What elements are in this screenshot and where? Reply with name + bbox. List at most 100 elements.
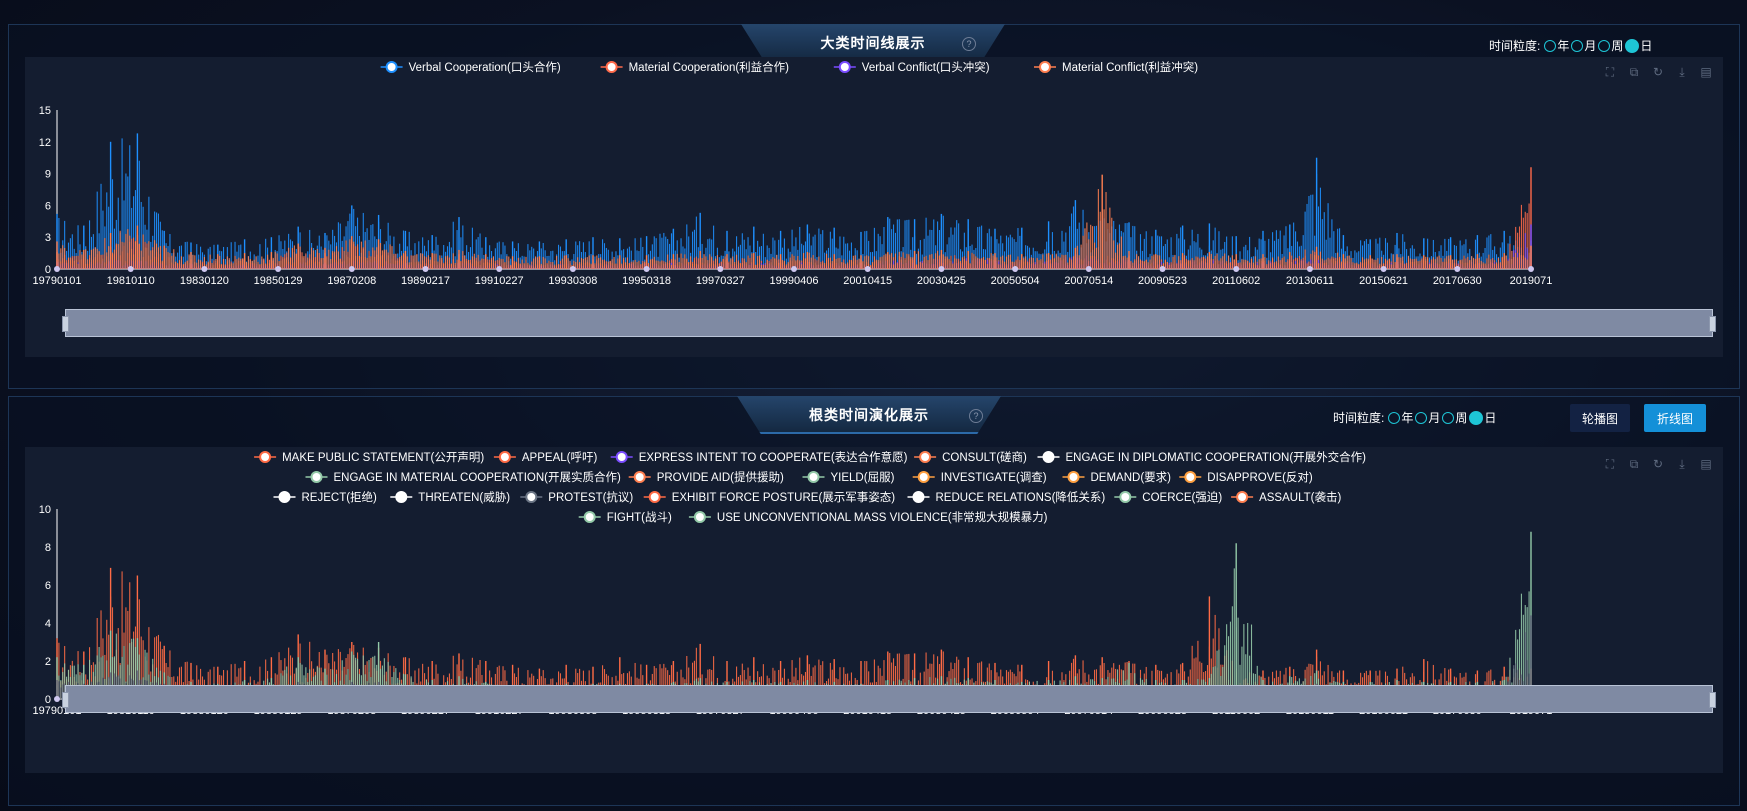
legend-item: ASSAULT(袭击) — [1259, 490, 1341, 504]
legend-item: REDUCE RELATIONS(降低关系) — [936, 490, 1106, 504]
legend-marker — [395, 491, 408, 503]
x-tick-marker — [864, 266, 871, 272]
legend-item: YIELD(屈服) — [831, 471, 895, 484]
granularity-radio-week[interactable] — [1442, 411, 1455, 424]
legend-marker — [615, 451, 628, 463]
granularity-label: 时间粒度: — [1333, 411, 1385, 425]
x-tick-label: 20030425 — [917, 275, 966, 287]
y-tick-label: 10 — [39, 504, 51, 516]
granularity-radio-week[interactable] — [1598, 39, 1611, 52]
x-tick-marker — [569, 266, 576, 272]
y-tick-label: 9 — [45, 169, 51, 181]
x-tick-marker — [127, 266, 134, 272]
help-icon[interactable]: ? — [962, 37, 976, 51]
legend-item: PROVIDE AID(提供援助) — [657, 470, 784, 484]
granularity-option-month[interactable]: 月 — [1428, 409, 1440, 426]
legend-item: Material Conflict(利益冲突) — [1062, 60, 1198, 74]
granularity-radio-month[interactable] — [1415, 411, 1428, 424]
x-tick-marker — [1380, 266, 1387, 272]
root-evolution-panel: 根类时间演化展示 ? 时间粒度: 年 月 周 日 MAKE PUBLIC STA… — [8, 396, 1740, 806]
x-tick-marker — [1233, 266, 1240, 272]
x-tick-label: 19870208 — [327, 275, 376, 287]
panel-title: 根类时间演化展示 — [737, 396, 1001, 434]
granularity-radio-year[interactable] — [1388, 411, 1401, 424]
granularity-radio-day[interactable] — [1625, 38, 1640, 53]
legend-item: Verbal Cooperation(口头合作) — [409, 60, 561, 74]
slider-handle-right[interactable] — [1709, 316, 1716, 332]
legend-marker — [605, 61, 618, 73]
granularity-radio-day[interactable] — [1469, 410, 1484, 425]
x-tick-marker — [1159, 266, 1166, 272]
x-tick-label: 19810110 — [107, 275, 155, 287]
legend-item: REJECT(拒绝) — [302, 490, 378, 504]
download-icon[interactable]: ⤓ — [1675, 65, 1689, 79]
x-tick-marker — [1012, 266, 1019, 272]
x-tick-marker — [496, 266, 503, 272]
granularity-option-day[interactable]: 日 — [1640, 37, 1652, 54]
granularity-label: 时间粒度: — [1489, 39, 1541, 53]
x-tick-label: 2019071 — [1510, 275, 1553, 287]
x-tick-marker — [348, 266, 355, 272]
category-timeline-panel: 大类时间线展示 ? 时间粒度: 年 月 周 日 Verbal Cooperati… — [8, 24, 1740, 389]
y-tick-label: 4 — [45, 618, 51, 630]
legend-marker — [1039, 61, 1051, 73]
legend-marker — [259, 451, 272, 463]
legend-item: EXHIBIT FORCE POSTURE(展示军事姿态) — [672, 491, 896, 504]
granularity-option-week[interactable]: 周 — [1611, 37, 1623, 54]
legend-marker — [912, 491, 925, 503]
zoom-reset-icon[interactable]: ⧉ — [1627, 65, 1641, 79]
granularity-selector: 时间粒度: 年 月 周 日 — [1489, 37, 1652, 54]
granularity-option-year[interactable]: 年 — [1557, 37, 1569, 54]
legend-item: INVESTIGATE(调查) — [941, 470, 1047, 484]
legend-marker — [525, 491, 538, 503]
x-tick-label: 19890217 — [401, 275, 450, 287]
y-tick-label: 6 — [45, 580, 51, 592]
legend-marker — [633, 471, 646, 483]
y-tick-label: 15 — [39, 105, 51, 117]
x-tick-marker — [1306, 266, 1313, 272]
restore-icon[interactable]: ↻ — [1651, 65, 1665, 79]
granularity-radio-year[interactable] — [1544, 39, 1557, 52]
x-tick-label: 19970327 — [696, 275, 745, 287]
legend-item: COERCE(强迫) — [1142, 490, 1222, 504]
x-tick-marker — [643, 266, 650, 272]
x-tick-label: 19910227 — [475, 275, 524, 287]
legend-item: EXPRESS INTENT TO COOPERATE(表达合作意愿) — [639, 450, 908, 464]
x-tick-marker — [1528, 266, 1534, 272]
data-view-icon[interactable]: ▤ — [1699, 65, 1713, 79]
granularity-option-day[interactable]: 日 — [1484, 409, 1496, 426]
slider-handle-left[interactable] — [62, 316, 69, 332]
granularity-option-month[interactable]: 月 — [1584, 37, 1596, 54]
x-tick-marker — [1085, 266, 1092, 272]
legend-item: FIGHT(战斗) — [607, 511, 672, 524]
help-icon[interactable]: ? — [969, 409, 983, 423]
datazoom-slider[interactable] — [62, 309, 1716, 337]
x-tick-label: 19830120 — [180, 275, 229, 287]
zoom-icon[interactable]: ⛶ — [1603, 65, 1617, 79]
x-tick-label: 19790101 — [33, 275, 82, 287]
legend-marker — [1067, 471, 1080, 483]
legend-item: DEMAND(要求) — [1091, 471, 1172, 484]
legend-item: ENGAGE IN MATERIAL COOPERATION(开展实质合作) — [334, 470, 621, 484]
legend-marker — [498, 451, 511, 463]
legend-item: Verbal Conflict(口头冲突) — [862, 60, 990, 74]
x-tick-label: 20110602 — [1212, 275, 1260, 287]
x-tick-marker — [422, 266, 429, 272]
granularity-option-week[interactable]: 周 — [1455, 409, 1467, 426]
legend-marker — [310, 471, 323, 483]
legend-marker — [278, 491, 291, 503]
x-tick-label: 19950318 — [622, 275, 671, 287]
y-tick-label: 12 — [39, 137, 51, 149]
x-tick-label: 20170630 — [1433, 275, 1482, 287]
legend-marker — [1184, 471, 1197, 483]
granularity-option-year[interactable]: 年 — [1401, 409, 1413, 426]
legend-item: THREATEN(威胁) — [418, 490, 510, 504]
x-tick-marker — [1454, 266, 1461, 272]
legend-marker — [385, 61, 398, 73]
granularity-radio-month[interactable] — [1571, 39, 1584, 52]
legend-item: ENGAGE IN DIPLOMATIC COOPERATION(开展外交合作) — [1066, 450, 1367, 464]
granularity-selector: 时间粒度: 年 月 周 日 — [1333, 409, 1496, 426]
root-line-chart[interactable]: MAKE PUBLIC STATEMENT(公开声明) APPEAL(呼吁) EXP… — [25, 447, 1723, 773]
x-tick-label: 20150621 — [1359, 275, 1408, 287]
x-tick-marker — [201, 266, 208, 272]
